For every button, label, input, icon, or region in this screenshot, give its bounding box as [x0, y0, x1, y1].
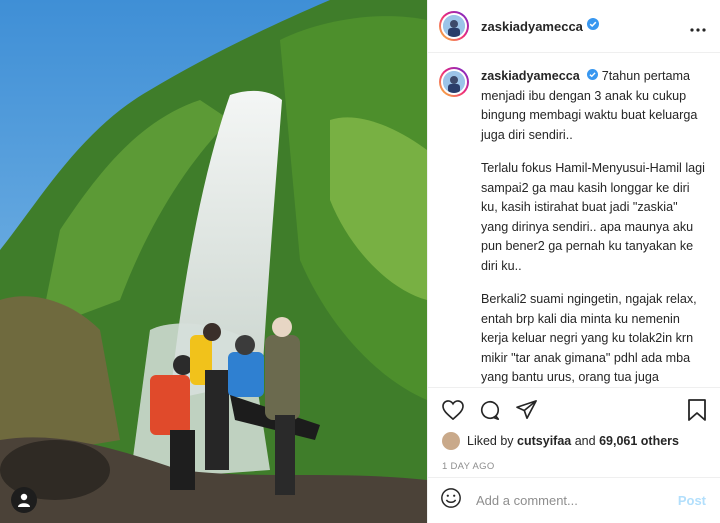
likes-summary: Liked by cutsyifaa and 69,061 others [428, 432, 720, 450]
profile-avatar[interactable] [439, 11, 469, 41]
add-comment-bar: Add a comment... Post [428, 477, 720, 523]
liker-username[interactable]: cutsyifaa [517, 434, 571, 448]
caption-paragraph-2: Terlalu fokus Hamil-Menyusui-Hamil lagi … [481, 161, 705, 273]
post-side-panel: zaskiadyamecca zaskiadyamecca 7tahun per… [427, 0, 720, 523]
likes-and: and [574, 434, 596, 448]
caption-username[interactable]: zaskiadyamecca [481, 69, 580, 83]
likes-prefix: Liked by [467, 434, 514, 448]
likes-count[interactable]: 69,061 others [599, 434, 679, 448]
caption-avatar[interactable] [439, 67, 469, 97]
post-date[interactable]: 1 DAY AGO [428, 450, 720, 472]
header-username[interactable]: zaskiadyamecca [481, 19, 583, 34]
instagram-post: zaskiadyamecca zaskiadyamecca 7tahun per… [0, 0, 720, 523]
caption-paragraph-3: Berkali2 suami ngingetin, ngajak relax, … [481, 292, 697, 384]
share-direct-icon[interactable] [516, 400, 538, 420]
comment-icon[interactable] [479, 399, 501, 421]
tagged-user-icon[interactable] [11, 487, 37, 513]
post-comment-button[interactable]: Post [678, 493, 706, 508]
liker-avatar[interactable] [442, 432, 460, 450]
verified-badge-icon [586, 17, 599, 35]
comment-input[interactable]: Add a comment... [476, 493, 578, 508]
waterfall-photo [0, 0, 427, 523]
like-heart-icon[interactable] [442, 400, 464, 420]
post-photo[interactable] [0, 0, 427, 523]
save-bookmark-icon[interactable] [688, 399, 706, 421]
caption-area: zaskiadyamecca 7tahun pertama menjadi ib… [428, 53, 720, 388]
post-header: zaskiadyamecca [428, 0, 720, 53]
caption-verified-icon [587, 69, 599, 83]
post-actions: Liked by cutsyifaa and 69,061 others 1 D… [428, 387, 720, 472]
caption-text: zaskiadyamecca 7tahun pertama menjadi ib… [481, 67, 706, 388]
emoji-picker-icon[interactable] [440, 487, 462, 514]
more-options-icon[interactable] [690, 16, 706, 37]
